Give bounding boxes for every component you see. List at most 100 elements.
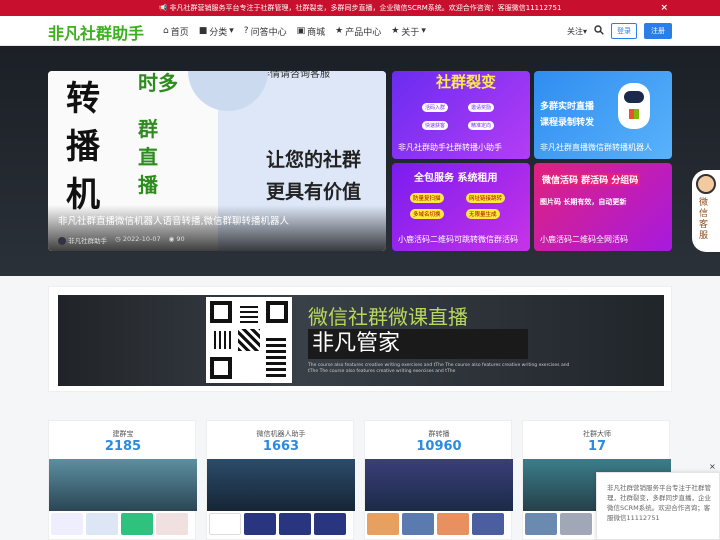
card-pill: 无限量生成: [466, 209, 500, 219]
nav-item-about[interactable]: ★ 关于 ▾: [391, 25, 426, 38]
headset-avatar-icon: [696, 174, 716, 194]
featured-slogan: 更具有价值: [266, 181, 362, 203]
hero-card[interactable]: 全包服务 系统租用 防量复扫描 网址链接跳转 多域名切换 无限量生成 小鹿活码二…: [392, 163, 530, 251]
featured-slogan: 让您的社群: [266, 149, 362, 171]
stat-thumbnails: [209, 513, 346, 535]
register-button[interactable]: 注册: [644, 23, 672, 39]
login-button[interactable]: 登录: [611, 23, 637, 39]
stat-image: [365, 459, 513, 511]
nav-label: 关于: [401, 27, 420, 38]
stat-value: 1663: [262, 439, 300, 454]
featured-top-text: 详情请咨询客服: [260, 71, 330, 80]
card-headline: 多群实时直播: [540, 102, 595, 112]
stat-label: 群转播: [428, 430, 450, 438]
card-pill: 多域名切换: [410, 209, 444, 219]
nav-label: 分类: [209, 27, 228, 38]
featured-green-char: 群: [138, 117, 158, 141]
follow-menu[interactable]: 关注▾: [567, 26, 587, 37]
nav-label: 产品中心: [345, 27, 382, 38]
featured-char: 转: [66, 79, 100, 119]
folder-icon: ■: [198, 26, 208, 36]
author-name[interactable]: 非凡社群助手: [68, 237, 107, 245]
nav-item-products[interactable]: ★ 产品中心: [335, 25, 381, 38]
card-title[interactable]: 小鹿活码二维码可跳转微信群活码: [398, 234, 518, 245]
follow-label: 关注: [566, 26, 583, 36]
card-headline: 全包服务 系统租用: [414, 173, 498, 184]
banner-small-text: The course also features creative writin…: [308, 363, 570, 374]
stat-thumbnails: [367, 513, 504, 535]
stat-label: 微信机器人助手: [256, 430, 306, 438]
notice-popup: 非凡社群营销服务平台专注于社群管理，社群裂变，多群同步直播，企业微信SCRM系统…: [596, 472, 720, 540]
post-date: 2022-10-07: [122, 235, 161, 243]
chevron-down-icon: ▾: [229, 26, 234, 36]
featured-title[interactable]: 非凡社群直播微信机器人语音转播,微信群聊转播机器人: [58, 213, 289, 227]
notice-text: 非凡社群营销服务平台专注于社群管理，社群裂变，多群同步直播，企业微信SCRM系统…: [169, 4, 562, 12]
star-icon: ★: [335, 26, 344, 36]
main-nav: ⌂ 首页 ■ 分类 ▾ ? 问答中心 ▣ 商城 ★ 产品中心 ★ 关于 ▾: [163, 16, 426, 46]
robot-icon: [618, 83, 650, 129]
qr-code: [206, 297, 292, 383]
question-icon: ?: [243, 26, 249, 36]
card-pill: 精准定向: [468, 121, 495, 130]
stat-thumbnails: [525, 513, 592, 535]
site-logo[interactable]: 非凡社群助手: [48, 20, 144, 44]
stat-card[interactable]: 建群宝 2185: [48, 420, 197, 540]
featured-char: 播: [66, 127, 100, 167]
stat-image: [207, 459, 355, 511]
banner-subtitle: 非凡管家: [308, 329, 528, 359]
popup-close-icon[interactable]: ×: [709, 462, 716, 471]
header-actions: 关注▾ 登录 注册: [567, 16, 672, 46]
star-icon: ★: [391, 26, 400, 36]
nav-label: 商城: [307, 27, 326, 38]
stat-card[interactable]: 微信机器人助手 1663: [206, 420, 355, 540]
hero-card[interactable]: 多群实时直播 课程录制转发 非凡社群直播微信群转播机器人: [534, 71, 672, 159]
home-icon: ⌂: [163, 26, 169, 36]
card-subline: 课程录制转发: [540, 118, 595, 128]
chevron-down-icon: ▾: [582, 26, 587, 36]
card-pill: 邀请奖励: [468, 103, 495, 112]
search-icon[interactable]: [594, 25, 604, 37]
card-pill: 活码入群: [422, 103, 449, 112]
avatar: [58, 237, 66, 245]
clock-icon: ◷: [115, 235, 121, 243]
hero-card[interactable]: 社群裂变 活码入群 邀请奖励 快速获客 精准定向 非凡社群助手社群转播小助手: [392, 71, 530, 159]
cart-icon: ▣: [296, 26, 306, 36]
banner-title: 微信社群微课直播: [308, 305, 468, 329]
view-count: 90: [176, 235, 185, 243]
card-pill: 网址链接跳转: [466, 193, 506, 203]
promo-banner[interactable]: 微信社群微课直播 非凡管家 The course also features c…: [48, 286, 672, 392]
featured-caption: 非凡社群直播微信机器人语音转播,微信群聊转播机器人 非凡社群助手 ◷ 2022-…: [48, 205, 386, 251]
nav-item-home[interactable]: ⌂ 首页: [163, 25, 189, 38]
customer-service-label: 微信客服: [699, 198, 709, 241]
notice-bar: 📢 非凡社群营销服务平台专注于社群管理，社群裂变，多群同步直播，企业微信SCRM…: [0, 0, 720, 16]
eye-icon: ◉: [168, 235, 175, 243]
featured-post[interactable]: 转 播 机 时多 群 直 播 详情请咨询客服 让您的社群 更具有价值 非凡社群直…: [48, 71, 386, 251]
card-headline: 社群裂变: [436, 73, 497, 91]
card-title[interactable]: 小鹿活码二维码全网活码: [540, 234, 628, 245]
featured-green-char: 时多: [138, 71, 178, 95]
stat-card[interactable]: 群转播 10960: [364, 420, 513, 540]
nav-label: 问答中心: [250, 27, 287, 38]
stat-label: 建群宝: [112, 430, 134, 438]
featured-meta: 非凡社群助手 ◷ 2022-10-07 ◉ 90: [58, 235, 185, 245]
stat-label: 社群大师: [583, 430, 611, 438]
card-title[interactable]: 非凡社群助手社群转播小助手: [398, 142, 502, 153]
hero-card[interactable]: 微信活码 群活码 分组码 图片码 长期有效，自动更新 小鹿活码二维码全网活码: [534, 163, 672, 251]
views-meta: ◉ 90: [169, 235, 185, 245]
stat-image: [49, 459, 197, 511]
card-pill: 快速获客: [422, 121, 449, 130]
customer-service-float[interactable]: 微信客服: [692, 170, 720, 252]
featured-green-char: 播: [138, 173, 158, 197]
featured-green-char: 直: [138, 145, 158, 169]
card-title[interactable]: 非凡社群直播微信群转播机器人: [540, 142, 652, 153]
stat-value: 2185: [104, 439, 142, 454]
card-pill: 防量复扫描: [410, 193, 444, 203]
nav-item-category[interactable]: ■ 分类 ▾: [199, 25, 234, 38]
nav-item-shop[interactable]: ▣ 商城: [297, 25, 326, 38]
chevron-down-icon: ▾: [421, 26, 426, 36]
notice-close-icon[interactable]: ×: [660, 0, 668, 16]
date-meta: ◷ 2022-10-07: [115, 235, 161, 245]
stat-value: 17: [587, 439, 607, 454]
author-meta: 非凡社群助手: [58, 235, 107, 245]
nav-item-qa[interactable]: ? 问答中心: [244, 25, 287, 38]
